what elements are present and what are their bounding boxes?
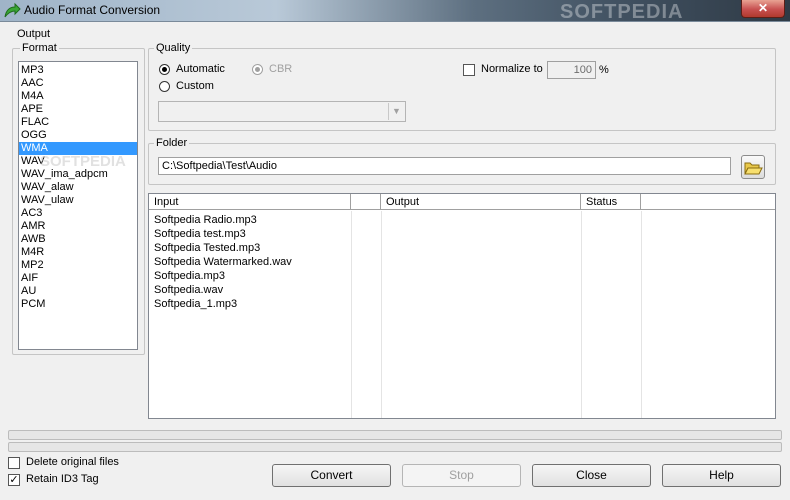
- format-item[interactable]: AMR: [19, 220, 137, 233]
- browse-folder-button[interactable]: [741, 155, 765, 179]
- format-item[interactable]: M4A: [19, 90, 137, 103]
- normalize-input[interactable]: 100: [547, 61, 596, 79]
- format-list[interactable]: MP3 AAC M4A APE FLAC OGG WMA WAV WAV_ima_adpcm WA…: [18, 61, 138, 350]
- folder-path-input[interactable]: C:\Softpedia\Test\Audio: [158, 157, 731, 175]
- convert-button[interactable]: Convert: [272, 464, 391, 487]
- cbr-radio[interactable]: [252, 64, 263, 75]
- automatic-label[interactable]: Automatic: [176, 63, 225, 75]
- custom-radio[interactable]: [159, 81, 170, 92]
- format-item[interactable]: WAV_alaw: [19, 181, 137, 194]
- file-row[interactable]: Softpedia Tested.mp3: [149, 241, 775, 255]
- cbr-label[interactable]: CBR: [269, 63, 292, 75]
- total-progress-bar: [8, 442, 782, 452]
- green-arrow-icon: [4, 2, 21, 18]
- format-item[interactable]: MP2: [19, 259, 137, 272]
- file-row[interactable]: Softpedia Radio.mp3: [149, 213, 775, 227]
- format-item[interactable]: WAV_ima_adpcm: [19, 168, 137, 181]
- help-button[interactable]: Help: [662, 464, 781, 487]
- normalize-unit: %: [599, 64, 609, 76]
- folder-group-label: Folder: [154, 137, 190, 149]
- window-close-button[interactable]: ✕: [741, 0, 785, 18]
- custom-label[interactable]: Custom: [176, 80, 214, 92]
- window-title: Audio Format Conversion: [24, 3, 161, 17]
- file-row[interactable]: Softpedia.wav: [149, 283, 775, 297]
- bitrate-combo[interactable]: ▼: [158, 101, 406, 122]
- file-row[interactable]: Softpedia_1.mp3: [149, 297, 775, 311]
- format-item[interactable]: MP3: [19, 64, 137, 77]
- automatic-radio[interactable]: [159, 64, 170, 75]
- format-item[interactable]: WMA: [19, 142, 137, 155]
- delete-original-checkbox[interactable]: [8, 457, 20, 469]
- close-button[interactable]: Close: [532, 464, 651, 487]
- format-item[interactable]: M4R: [19, 246, 137, 259]
- file-row[interactable]: Softpedia Watermarked.wav: [149, 255, 775, 269]
- column-input[interactable]: Input: [149, 194, 351, 210]
- format-item[interactable]: WAV: [19, 155, 137, 168]
- format-item[interactable]: AAC: [19, 77, 137, 90]
- open-folder-icon: [744, 162, 763, 175]
- normalize-label[interactable]: Normalize to: [481, 63, 543, 75]
- chevron-down-icon[interactable]: ▼: [388, 103, 404, 120]
- file-list-header: Input Output Status: [149, 194, 775, 210]
- file-progress-bar: [8, 430, 782, 440]
- stop-button[interactable]: Stop: [402, 464, 521, 487]
- format-item[interactable]: WAV_ulaw: [19, 194, 137, 207]
- retain-id3-checkbox[interactable]: ✓: [8, 474, 20, 486]
- quality-group-label: Quality: [154, 42, 193, 54]
- normalize-checkbox[interactable]: [463, 64, 475, 76]
- format-item[interactable]: APE: [19, 103, 137, 116]
- format-group-label: Format: [20, 42, 59, 54]
- column-blank[interactable]: [351, 194, 381, 210]
- file-row[interactable]: Softpedia.mp3: [149, 269, 775, 283]
- format-item[interactable]: AWB: [19, 233, 137, 246]
- retain-id3-label[interactable]: Retain ID3 Tag: [26, 473, 99, 485]
- format-item[interactable]: AIF: [19, 272, 137, 285]
- format-item[interactable]: PCM: [19, 298, 137, 311]
- output-group-label: Output: [15, 28, 53, 40]
- format-item[interactable]: AU: [19, 285, 137, 298]
- watermark-logo: SOFTPEDIA: [560, 1, 684, 23]
- format-item[interactable]: AC3: [19, 207, 137, 220]
- title-bar[interactable]: Audio Format Conversion SOFTPEDIA ✕: [0, 0, 790, 23]
- delete-original-label[interactable]: Delete original files: [26, 456, 119, 468]
- format-item[interactable]: FLAC: [19, 116, 137, 129]
- format-item[interactable]: OGG: [19, 129, 137, 142]
- column-status[interactable]: Status: [581, 194, 641, 210]
- file-list[interactable]: Input Output Status Softpedia Radio.mp3 S…: [148, 193, 776, 419]
- column-output[interactable]: Output: [381, 194, 581, 210]
- file-row[interactable]: Softpedia test.mp3: [149, 227, 775, 241]
